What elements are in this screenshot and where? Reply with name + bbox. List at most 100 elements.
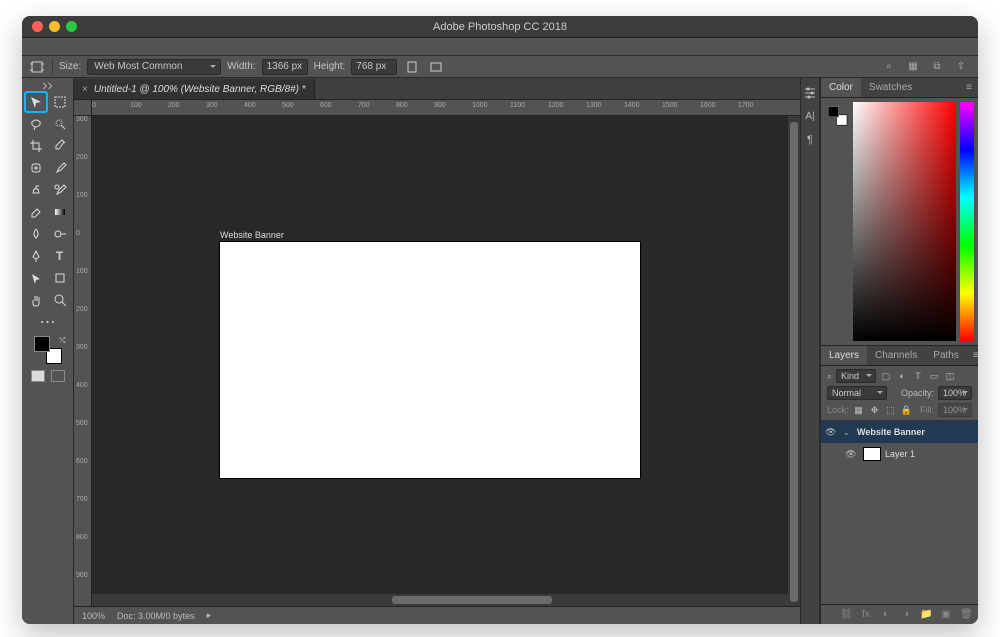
ruler-vertical[interactable]: 3002001000100200300400500600700800900 bbox=[74, 116, 92, 606]
history-brush-tool[interactable] bbox=[49, 180, 71, 200]
adjustment-layer-icon[interactable]: ◑ bbox=[900, 609, 912, 620]
menubar bbox=[22, 38, 978, 56]
artboard[interactable] bbox=[220, 242, 640, 478]
document-tab[interactable]: × Untitled-1 @ 100% (Website Banner, RGB… bbox=[74, 79, 315, 99]
move-tool[interactable] bbox=[25, 92, 47, 112]
tab-swatches[interactable]: Swatches bbox=[861, 78, 920, 97]
layer-thumb[interactable] bbox=[863, 447, 881, 461]
layer-disclose-icon[interactable]: ⌄ bbox=[843, 428, 853, 437]
foreground-color-swatch[interactable] bbox=[34, 336, 50, 352]
ruler-tick: 800 bbox=[396, 102, 408, 109]
blur-tool[interactable] bbox=[25, 224, 47, 244]
artboard-label[interactable]: Website Banner bbox=[220, 230, 284, 240]
tab-layers[interactable]: Layers bbox=[821, 346, 867, 365]
lock-label: Lock: bbox=[827, 405, 849, 415]
tab-close-icon[interactable]: × bbox=[82, 84, 88, 95]
lock-pixels-icon[interactable]: ▦ bbox=[853, 405, 865, 416]
link-layers-icon[interactable]: ⛓ bbox=[840, 609, 852, 620]
character-panel-icon[interactable]: A| bbox=[802, 108, 818, 124]
lasso-tool[interactable] bbox=[25, 114, 47, 134]
filter-shape-icon[interactable]: ▭ bbox=[928, 371, 940, 382]
filter-smart-icon[interactable]: ◫ bbox=[944, 371, 956, 382]
filter-adjust-icon[interactable]: ◐ bbox=[896, 371, 908, 382]
layer-row[interactable]: 👁 Layer 1 bbox=[821, 443, 978, 465]
blend-mode-dropdown[interactable]: Normal bbox=[827, 386, 887, 400]
lock-all-icon[interactable]: 🔒 bbox=[901, 405, 913, 416]
layer-mask-icon[interactable]: ◐ bbox=[880, 609, 892, 620]
orientation-portrait-icon[interactable] bbox=[403, 59, 421, 75]
color-panel-menu-icon[interactable]: ≡ bbox=[960, 82, 978, 93]
size-preset-dropdown[interactable]: Web Most Common bbox=[87, 59, 221, 75]
path-select-tool[interactable] bbox=[25, 268, 47, 288]
tab-paths[interactable]: Paths bbox=[925, 346, 967, 365]
layers-footer: ⛓ fx ◐ ◑ 📁 ▣ 🗑 bbox=[821, 604, 978, 624]
crop-tool[interactable] bbox=[25, 136, 47, 156]
adjustments-panel-icon[interactable] bbox=[802, 84, 818, 100]
dodge-tool[interactable] bbox=[49, 224, 71, 244]
pen-tool[interactable] bbox=[25, 246, 47, 266]
layer-visibility-icon[interactable]: 👁 bbox=[825, 427, 839, 438]
color-panel bbox=[821, 98, 978, 346]
layers-panel-menu-icon[interactable]: ≡ bbox=[967, 350, 978, 361]
hue-slider[interactable] bbox=[960, 102, 974, 341]
zoom-tool[interactable] bbox=[49, 290, 71, 310]
type-tool[interactable]: T bbox=[49, 246, 71, 266]
artboard-tool-icon[interactable] bbox=[28, 59, 46, 75]
standard-mode-icon[interactable] bbox=[31, 370, 45, 382]
share-icon[interactable]: ⇪ bbox=[954, 60, 968, 74]
horizontal-scrollbar[interactable] bbox=[92, 594, 788, 606]
screen-mode-icon[interactable]: ⧉ bbox=[930, 60, 944, 74]
window-title: Adobe Photoshop CC 2018 bbox=[22, 21, 978, 33]
width-field[interactable]: 1366 px bbox=[262, 59, 308, 75]
opacity-field[interactable]: 100% bbox=[938, 386, 972, 400]
canvas[interactable]: Website Banner bbox=[92, 116, 800, 606]
shape-tool[interactable] bbox=[49, 268, 71, 288]
height-field[interactable]: 768 px bbox=[351, 59, 397, 75]
quickmask-mode-icon[interactable] bbox=[51, 370, 65, 382]
fill-field[interactable]: 100% bbox=[938, 403, 972, 417]
layer-row[interactable]: 👁⌄Website Banner bbox=[821, 421, 978, 443]
quick-select-tool[interactable] bbox=[49, 114, 71, 134]
marquee-tool[interactable] bbox=[49, 92, 71, 112]
eraser-tool[interactable] bbox=[25, 202, 47, 222]
edit-toolbar-icon[interactable]: ⋯ bbox=[37, 312, 59, 332]
swap-colors-icon[interactable]: ⤭ bbox=[59, 336, 65, 346]
tab-channels[interactable]: Channels bbox=[867, 346, 925, 365]
gradient-tool[interactable] bbox=[49, 202, 71, 222]
lock-artboard-icon[interactable]: ⬚ bbox=[885, 405, 897, 416]
layer-visibility-icon[interactable]: 👁 bbox=[845, 449, 859, 460]
toolbar-expand-icon[interactable]: ›› bbox=[38, 82, 58, 90]
hand-tool[interactable] bbox=[25, 290, 47, 310]
zoom-level[interactable]: 100% bbox=[82, 611, 105, 621]
vertical-scrollbar[interactable] bbox=[788, 116, 800, 606]
layer-filter-kind-dropdown[interactable]: Kind bbox=[836, 369, 876, 383]
layer-name: Layer 1 bbox=[885, 449, 915, 459]
arrange-documents-icon[interactable]: ▦ bbox=[906, 60, 920, 74]
ruler-tick: 200 bbox=[76, 306, 88, 313]
clone-stamp-tool[interactable] bbox=[25, 180, 47, 200]
brush-tool[interactable] bbox=[49, 158, 71, 178]
ruler-origin[interactable] bbox=[74, 100, 92, 116]
healing-brush-tool[interactable] bbox=[25, 158, 47, 178]
doc-info[interactable]: Doc: 3.00M/0 bytes bbox=[117, 611, 195, 621]
doc-info-flyout-icon[interactable]: ▸ bbox=[207, 610, 212, 621]
foreground-background-color[interactable]: ⤭ bbox=[30, 336, 66, 366]
filter-type-icon[interactable]: T bbox=[912, 371, 924, 382]
lock-position-icon[interactable]: ✥ bbox=[869, 405, 881, 416]
search-icon[interactable]: ⌕ bbox=[882, 60, 896, 74]
paragraph-panel-icon[interactable]: ¶ bbox=[802, 132, 818, 148]
ruler-horizontal[interactable]: 0100200300400500600700800900100011001200… bbox=[92, 100, 800, 116]
color-picker-field[interactable] bbox=[853, 102, 956, 341]
layer-fx-icon[interactable]: fx bbox=[860, 609, 872, 620]
tab-color[interactable]: Color bbox=[821, 78, 861, 97]
ruler-tick: 0 bbox=[76, 230, 80, 237]
ruler-tick: 1300 bbox=[586, 102, 602, 109]
ruler-tick: 500 bbox=[76, 420, 88, 427]
layer-group-icon[interactable]: 📁 bbox=[920, 609, 932, 620]
new-layer-icon[interactable]: ▣ bbox=[940, 609, 952, 620]
delete-layer-icon[interactable]: 🗑 bbox=[960, 609, 972, 620]
eyedropper-tool[interactable] bbox=[49, 136, 71, 156]
orientation-landscape-icon[interactable] bbox=[427, 59, 445, 75]
options-bar: Size: Web Most Common Width: 1366 px Hei… bbox=[22, 56, 978, 78]
filter-pixel-icon[interactable]: ▢ bbox=[880, 371, 892, 382]
